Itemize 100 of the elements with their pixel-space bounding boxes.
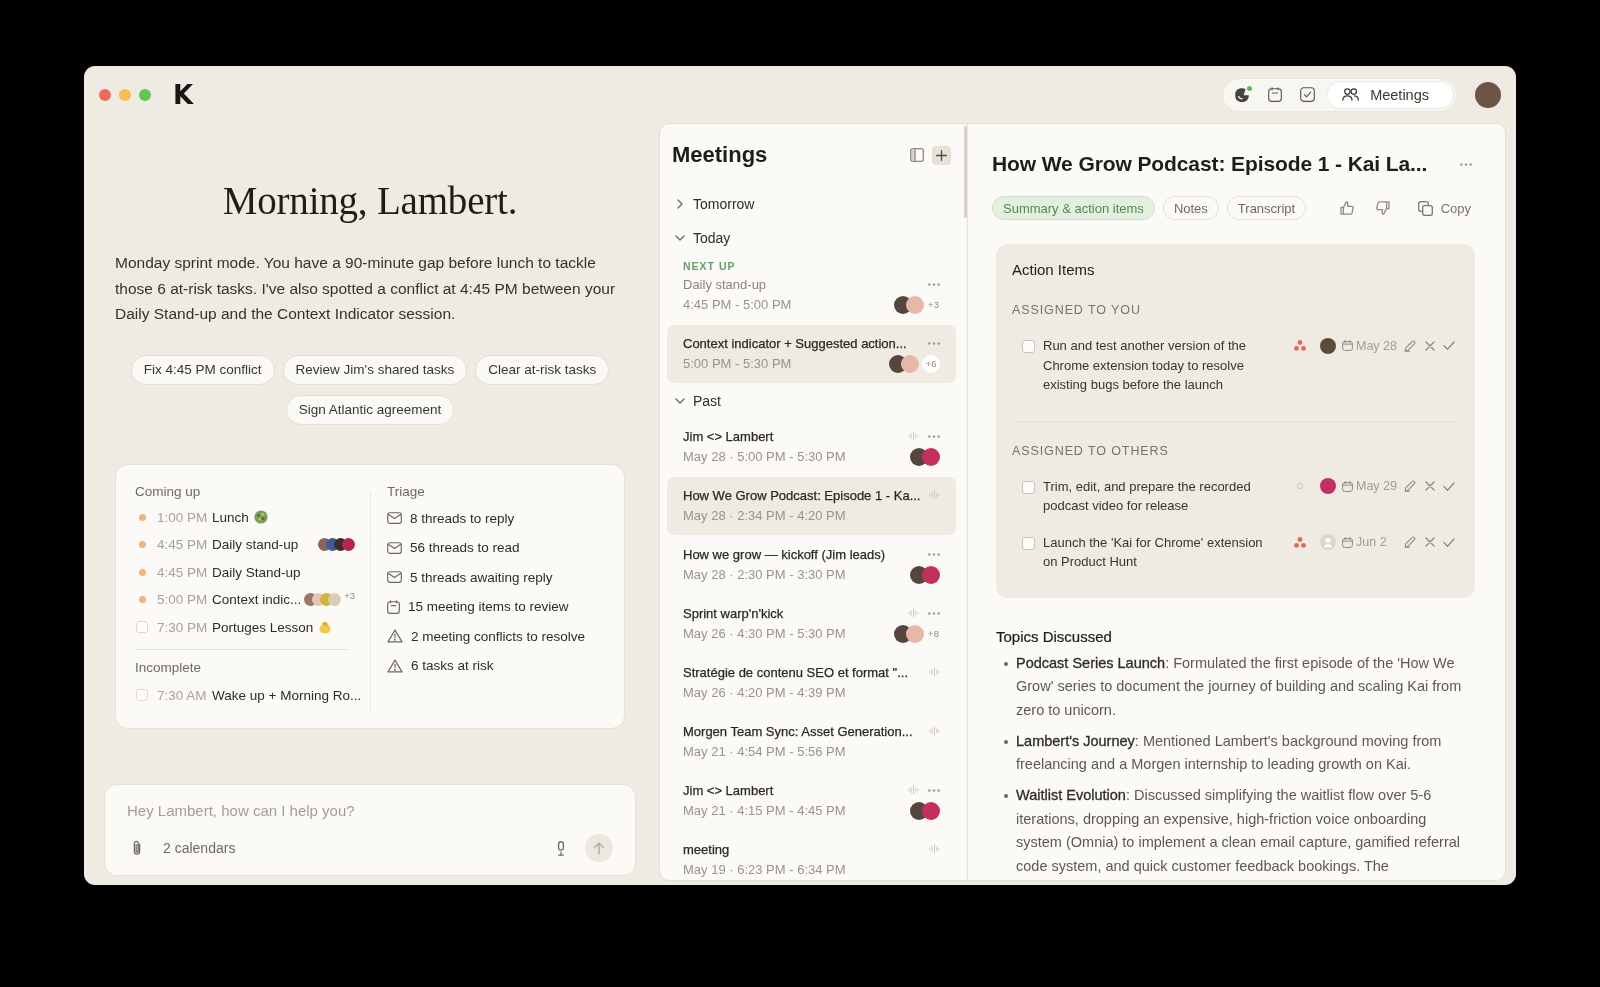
- chevron-right-icon[interactable]: [675, 199, 685, 209]
- calendar-icon: [1342, 536, 1353, 548]
- event-time: 7:30 AM: [157, 687, 208, 703]
- sidebar-icon[interactable]: [910, 148, 924, 162]
- event-time: 1:00 PM: [157, 509, 208, 525]
- calendar-icon: [1342, 340, 1353, 352]
- check-icon[interactable]: [1443, 341, 1455, 351]
- meeting-title: Stratégie de contenu SEO et format "...: [683, 664, 908, 680]
- triage-item[interactable]: 15 meeting items to review: [408, 599, 569, 615]
- microphone-icon[interactable]: [556, 840, 566, 856]
- meeting-item[interactable]: Sprint warp'n'kick May 26 · 4:30 PM - 5:30 PM +8: [667, 595, 956, 653]
- checkbox[interactable]: [1022, 480, 1035, 494]
- chick-icon: [318, 620, 333, 634]
- chevron-down-icon[interactable]: [675, 235, 685, 241]
- meeting-item[interactable]: Jim <> Lambert May 28 · 5:00 PM - 5:30 PM: [667, 418, 956, 476]
- suggestion-chip[interactable]: Clear at-risk tasks: [475, 354, 610, 385]
- add-button[interactable]: [932, 145, 951, 165]
- pencil-icon[interactable]: [1404, 339, 1416, 352]
- meeting-time: May 21 · 4:54 PM - 5:56 PM: [683, 744, 846, 759]
- close-icon[interactable]: [1425, 537, 1435, 548]
- due-date: May 28: [1356, 338, 1398, 353]
- meeting-item[interactable]: How We Grow Podcast: Episode 1 - Ka... May 28 · 2:34 PM - 4:20 PM: [667, 477, 956, 535]
- meeting-item[interactable]: Jim <> Lambert May 21 · 4:15 PM - 4:45 PM: [667, 772, 956, 830]
- checkbox[interactable]: [136, 689, 148, 702]
- paperclip-icon[interactable]: [132, 840, 142, 856]
- thumbs-up-icon[interactable]: [1339, 201, 1354, 215]
- triage-item[interactable]: 6 tasks at risk: [411, 658, 494, 674]
- topic-text: Waitlist Evolution: Discussed simplifying the waitlist flow over 5-6 iterations, dropping an expensive, high-friction voice onboarding system (Omnia) to implement a clean email capture, gamified referral code system, and quick customer feedback bookings. The: [1016, 786, 1462, 876]
- close-button[interactable]: [99, 88, 111, 101]
- section-toggle[interactable]: Past: [660, 384, 721, 418]
- section-toggle[interactable]: Today: [660, 221, 731, 255]
- pencil-icon[interactable]: [1404, 536, 1416, 549]
- meeting-title: Jim <> Lambert: [683, 428, 774, 444]
- event-title[interactable]: Lunch: [212, 509, 249, 525]
- suggestion-chip[interactable]: Sign Atlantic agreement: [285, 394, 455, 425]
- section-heading: Topics Discussed: [996, 626, 1113, 647]
- triage-item[interactable]: 5 threads awaiting reply: [410, 569, 553, 585]
- meeting-item[interactable]: How we grow — kickoff (Jim leads) May 28 · 2:30 PM - 3:30 PM: [667, 536, 956, 594]
- more-icon[interactable]: [928, 611, 940, 615]
- event-title[interactable]: Daily Stand-up: [212, 564, 301, 580]
- tab[interactable]: Notes: [1162, 196, 1219, 220]
- topic-text: Lambert's Journey: Mentioned Lambert's background moving from freelancing and a Morgen internship to leading growth on Kai.: [1016, 731, 1443, 774]
- close-icon[interactable]: [1425, 340, 1435, 351]
- meeting-heading: How We Grow Podcast: Episode 1 - Kai La...: [992, 151, 1428, 177]
- send-button[interactable]: [585, 834, 613, 862]
- event-title[interactable]: Wake up + Morning Ro...: [212, 687, 362, 703]
- checkbox[interactable]: [1022, 536, 1035, 550]
- more-icon[interactable]: [1460, 162, 1472, 166]
- check-icon[interactable]: [1443, 537, 1455, 547]
- more-icon[interactable]: [928, 788, 940, 792]
- tab[interactable]: Summary & action items: [992, 196, 1155, 220]
- thumbs-down-icon[interactable]: [1375, 201, 1390, 215]
- action-item-text: Launch the 'Kai for Chrome' extension on Product Hunt: [1043, 533, 1264, 571]
- minimize-button[interactable]: [119, 88, 131, 101]
- more-icon[interactable]: [928, 341, 940, 345]
- event-title[interactable]: Context indic...: [212, 592, 302, 608]
- tab[interactable]: Transcript: [1226, 196, 1307, 220]
- suggestion-chip[interactable]: Review Jim's shared tasks: [282, 354, 468, 385]
- action-item-text: Run and test another version of the Chrome extension today to resolve existing bugs before the launch: [1043, 337, 1248, 394]
- calendar-icon: [387, 599, 400, 614]
- meeting-item[interactable]: Stratégie de contenu SEO et format "... May 26 · 4:20 PM - 4:39 PM: [667, 654, 956, 712]
- meeting-item[interactable]: meeting May 19 · 6:23 PM - 6:34 PM: [667, 831, 956, 880]
- section-toggle[interactable]: Tomorrow: [660, 187, 755, 221]
- meeting-time: May 28 · 2:34 PM - 4:20 PM: [683, 508, 846, 523]
- copy-button[interactable]: Copy: [1417, 200, 1475, 216]
- suggestion-chip[interactable]: Fix 4:45 PM conflict: [130, 354, 275, 385]
- checkbox[interactable]: [1022, 340, 1035, 353]
- triage-item[interactable]: 2 meeting conflicts to resolve: [411, 628, 586, 644]
- chevron-down-icon[interactable]: [675, 398, 685, 404]
- pencil-icon[interactable]: [1404, 480, 1416, 493]
- meeting-item[interactable]: Morgen Team Sync: Asset Generation... May 21 · 4:54 PM - 5:56 PM: [667, 713, 956, 771]
- close-icon[interactable]: [1425, 481, 1435, 492]
- scrollbar-thumb[interactable]: [964, 126, 967, 218]
- more-icon[interactable]: [928, 434, 940, 438]
- zoom-button[interactable]: [139, 88, 151, 101]
- message-input[interactable]: Hey Lambert, how can I help you?: [127, 799, 613, 821]
- meeting-item[interactable]: Context indicator + Suggested action... 5:00 PM - 5:30 PM +6: [667, 325, 956, 383]
- more-icon[interactable]: [928, 552, 940, 556]
- nav-tab[interactable]: Meetings: [1328, 81, 1453, 108]
- meeting-item[interactable]: NEXT UP Daily stand-up 4:45 PM - 5:00 PM +3: [667, 255, 956, 324]
- triage-item[interactable]: 56 threads to read: [410, 540, 520, 556]
- event-title[interactable]: Daily stand-up: [212, 537, 299, 553]
- avatar[interactable]: [1475, 81, 1501, 108]
- status-label: NEXT UP: [683, 259, 737, 273]
- more-icon[interactable]: [928, 282, 940, 286]
- avatar-count: +3: [927, 298, 940, 312]
- section-label: Coming up: [135, 483, 202, 500]
- avatar-count: +8: [927, 627, 940, 641]
- calendar-selector[interactable]: 2 calendars: [163, 840, 236, 856]
- salad-bowl-icon: [253, 510, 268, 525]
- check-icon[interactable]: [1443, 481, 1455, 491]
- bubble-icon: [1233, 86, 1250, 103]
- triage-item[interactable]: 8 threads to reply: [410, 510, 515, 526]
- mail-icon: [387, 512, 402, 525]
- bullet-icon: [1004, 661, 1008, 666]
- checkbox[interactable]: [136, 621, 148, 634]
- due-date: Jun 2: [1356, 535, 1388, 550]
- meeting-title: Context indicator + Suggested action...: [683, 335, 907, 351]
- event-time: 4:45 PM: [157, 564, 208, 580]
- event-title[interactable]: Portuges Lesson: [212, 619, 314, 635]
